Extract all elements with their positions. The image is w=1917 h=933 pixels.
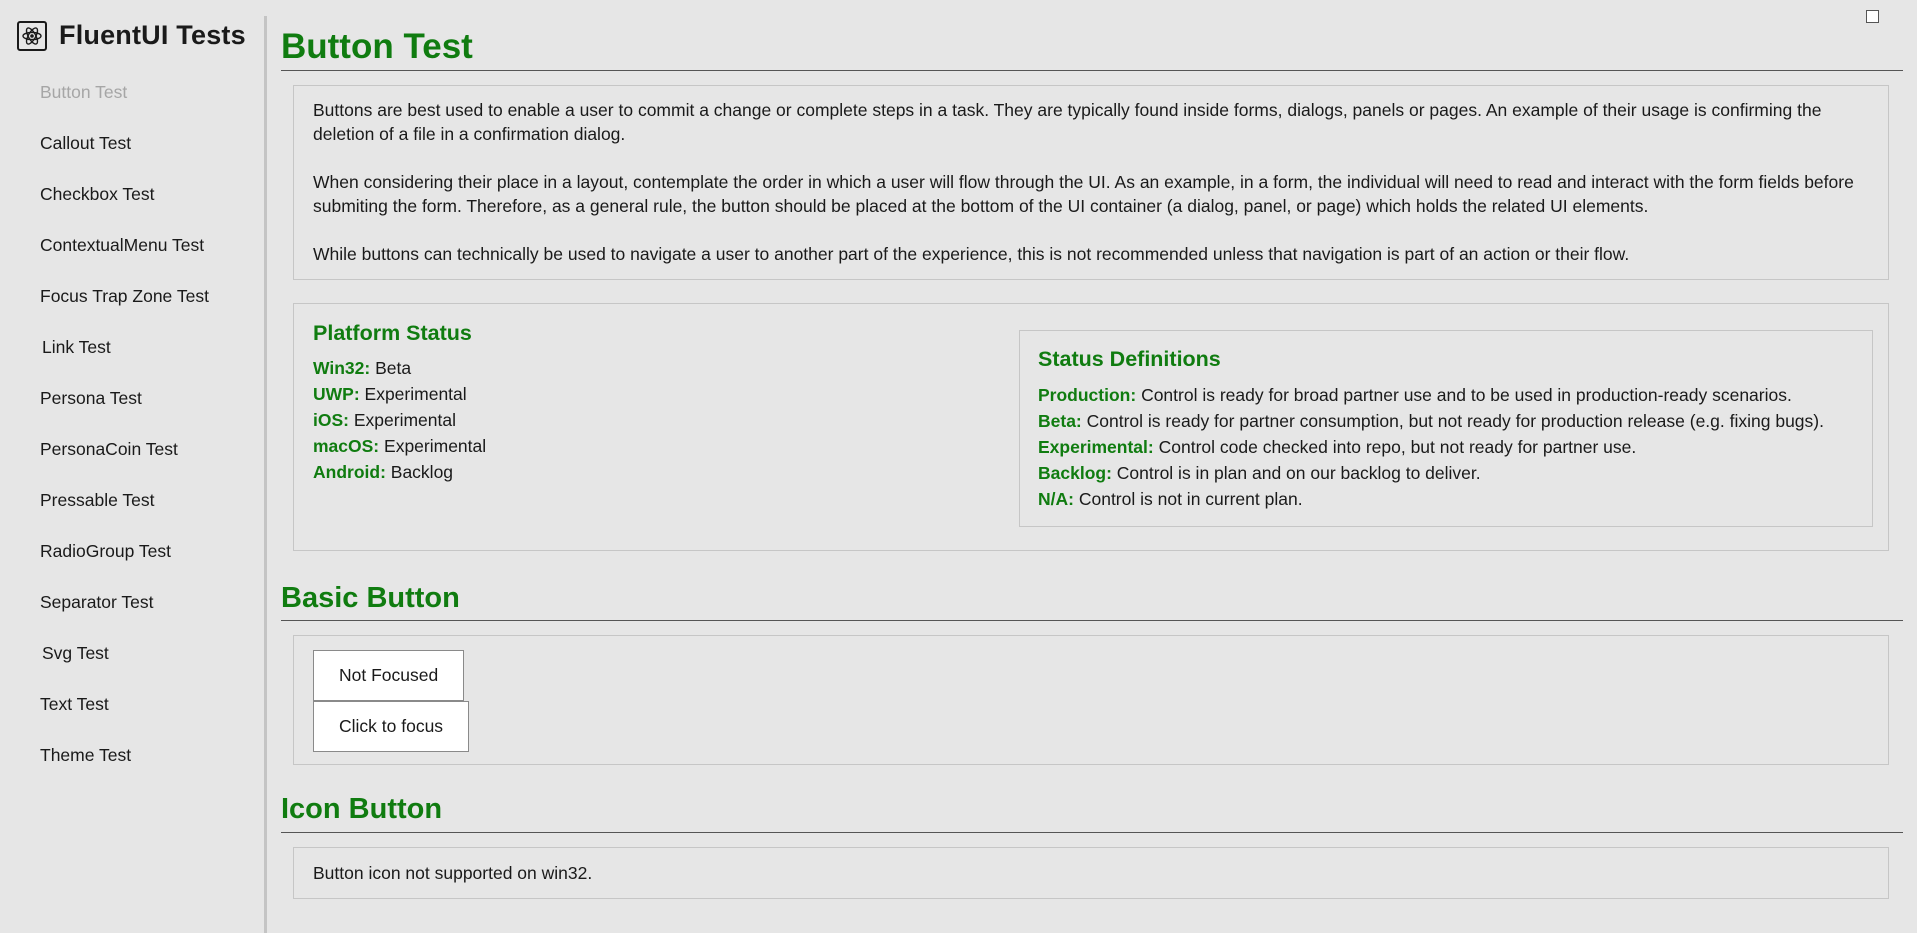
sidebar-item-persona-test[interactable]: Persona Test <box>40 388 142 409</box>
click-to-focus-button[interactable]: Click to focus <box>313 701 470 752</box>
status-definition-item: Backlog: Control is in plan and on our b… <box>1038 463 1481 484</box>
platform-name: macOS: <box>313 436 380 456</box>
icon-button-message: Button icon not supported on win32. <box>313 863 593 883</box>
status-term: Beta: <box>1038 411 1082 431</box>
platform-status-item: UWP: Experimental <box>313 384 467 405</box>
sidebar-item-link-test[interactable]: Link Test <box>42 337 111 358</box>
status-definitions-box: Status Definitions Production: Control i… <box>1019 330 1873 527</box>
status-term: Backlog: <box>1038 463 1112 483</box>
platform-status-value: Experimental <box>353 410 456 430</box>
platform-status-value: Experimental <box>384 436 487 456</box>
main-content: Button Test Buttons are best used to ena… <box>281 0 1903 933</box>
app-header: FluentUI Tests <box>17 20 246 51</box>
not-focused-button[interactable]: Not Focused <box>313 650 465 701</box>
sidebar-item-svg-test[interactable]: Svg Test <box>42 643 109 664</box>
page-title: Button Test <box>281 27 473 66</box>
sidebar-item-separator-test[interactable]: Separator Test <box>40 592 154 613</box>
sidebar-item-button-test[interactable]: Button Test <box>40 82 127 103</box>
status-definitions-title: Status Definitions <box>1038 347 1221 371</box>
platform-name: Win32: <box>313 358 371 378</box>
section-divider <box>281 832 1903 833</box>
status-term: Experimental: <box>1038 437 1154 457</box>
sidebar-item-contextualmenu-test[interactable]: ContextualMenu Test <box>40 235 204 256</box>
description-paragraph: When considering their place in a layout… <box>313 172 1854 216</box>
page-title-divider <box>281 70 1903 71</box>
platform-status-title: Platform Status <box>313 321 472 345</box>
sidebar-divider <box>264 16 267 933</box>
status-definition: Control is in plan and on our backlog to… <box>1116 463 1481 483</box>
app-window: FluentUI Tests Button Test Callout Test … <box>0 0 1917 933</box>
platform-status-item: macOS: Experimental <box>313 436 486 457</box>
platform-status-item: iOS: Experimental <box>313 410 456 431</box>
platform-status-value: Beta <box>375 358 412 378</box>
app-title: FluentUI Tests <box>59 20 246 50</box>
icon-button-panel: Button icon not supported on win32. <box>293 847 1889 899</box>
sidebar-item-text-test[interactable]: Text Test <box>40 694 109 715</box>
sidebar-item-theme-test[interactable]: Theme Test <box>40 745 131 766</box>
platform-name: iOS: <box>313 410 349 430</box>
status-panel: Platform Status Win32: Beta UWP: Experim… <box>293 303 1889 551</box>
section-title-icon-button: Icon Button <box>281 793 443 825</box>
status-definition-item: Beta: Control is ready for partner consu… <box>1038 411 1824 432</box>
platform-name: Android: <box>313 462 386 482</box>
sidebar-item-pressable-test[interactable]: Pressable Test <box>40 490 154 511</box>
status-definition: Control is ready for broad partner use a… <box>1141 385 1792 405</box>
section-title-basic-button: Basic Button <box>281 582 460 614</box>
status-definition: Control code checked into repo, but not … <box>1158 437 1637 457</box>
status-term: Production: <box>1038 385 1137 405</box>
atom-icon <box>17 20 47 51</box>
sidebar-item-radiogroup-test[interactable]: RadioGroup Test <box>40 541 171 562</box>
sidebar-item-focus-trap-zone-test[interactable]: Focus Trap Zone Test <box>40 286 209 307</box>
platform-status-value: Experimental <box>364 384 467 404</box>
platform-status-value: Backlog <box>390 462 454 482</box>
status-definition-item: Production: Control is ready for broad p… <box>1038 385 1792 406</box>
sidebar: FluentUI Tests Button Test Callout Test … <box>0 0 264 933</box>
status-definition-item: N/A: Control is not in current plan. <box>1038 489 1303 510</box>
section-divider <box>281 620 1903 621</box>
status-definition: Control is not in current plan. <box>1078 489 1303 509</box>
description-panel: Buttons are best used to enable a user t… <box>293 85 1889 280</box>
sidebar-item-checkbox-test[interactable]: Checkbox Test <box>40 184 154 205</box>
platform-status-item: Android: Backlog <box>313 462 453 483</box>
platform-name: UWP: <box>313 384 360 404</box>
platform-status-item: Win32: Beta <box>313 358 411 379</box>
status-term: N/A: <box>1038 489 1074 509</box>
sidebar-item-callout-test[interactable]: Callout Test <box>40 133 131 154</box>
status-definition-item: Experimental: Control code checked into … <box>1038 437 1636 458</box>
description-paragraph: Buttons are best used to enable a user t… <box>313 100 1822 144</box>
sidebar-item-personacoin-test[interactable]: PersonaCoin Test <box>40 439 178 460</box>
status-definition: Control is ready for partner consumption… <box>1086 411 1824 431</box>
description-paragraph: While buttons can technically be used to… <box>313 244 1630 264</box>
basic-button-panel: Not Focused Click to focus <box>293 635 1889 765</box>
